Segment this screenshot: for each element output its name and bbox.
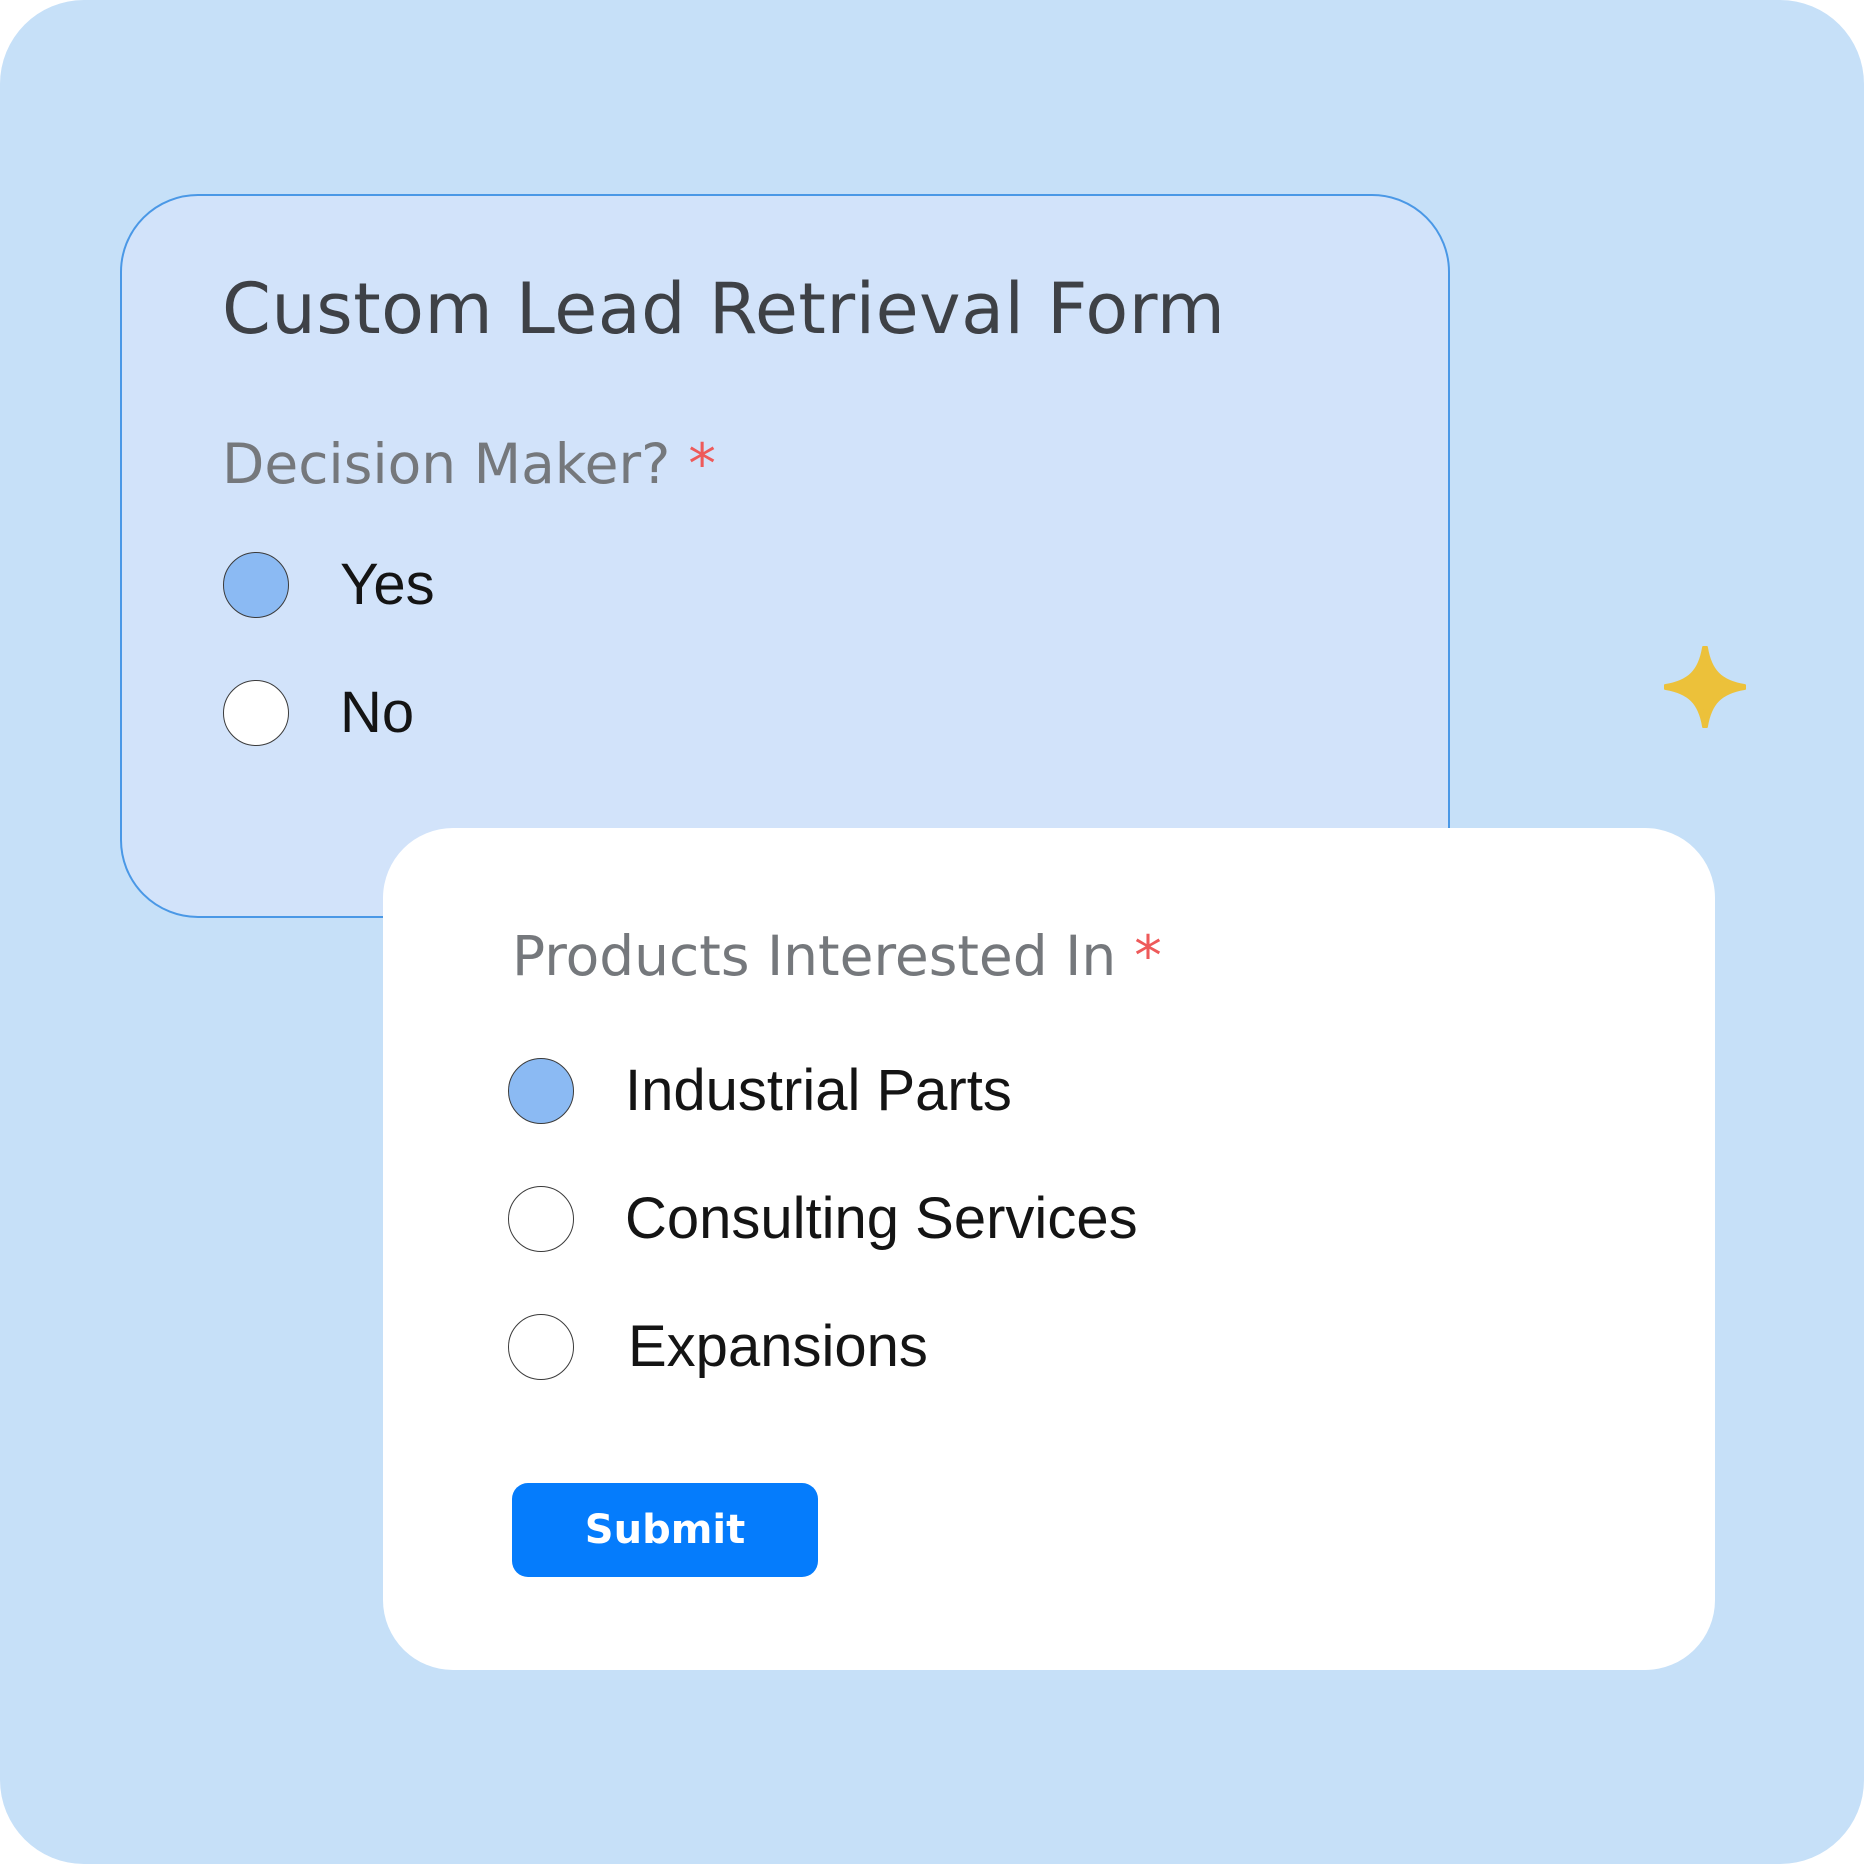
radio-no[interactable] <box>223 680 289 746</box>
products-label: Products Interested In * <box>512 924 1162 988</box>
decision-maker-label-text: Decision Maker? <box>222 432 671 496</box>
products-label-text: Products Interested In <box>512 924 1117 988</box>
radio-yes[interactable] <box>223 552 289 618</box>
form-title: Custom Lead Retrieval Form <box>222 268 1226 350</box>
radio-expansions-label[interactable]: Expansions <box>628 1313 928 1380</box>
sparkle-star-icon <box>1664 646 1746 728</box>
radio-industrial-parts-label[interactable]: Industrial Parts <box>625 1057 1012 1124</box>
submit-button[interactable]: Submit <box>512 1483 818 1577</box>
radio-yes-label[interactable]: Yes <box>340 551 435 618</box>
decision-maker-label: Decision Maker? * <box>222 432 716 496</box>
radio-industrial-parts[interactable] <box>508 1058 574 1124</box>
radio-consulting-services[interactable] <box>508 1186 574 1252</box>
radio-no-label[interactable]: No <box>340 679 414 746</box>
radio-consulting-services-label[interactable]: Consulting Services <box>625 1185 1138 1252</box>
required-asterisk: * <box>1134 924 1162 988</box>
required-asterisk: * <box>688 432 716 496</box>
radio-expansions[interactable] <box>508 1314 574 1380</box>
